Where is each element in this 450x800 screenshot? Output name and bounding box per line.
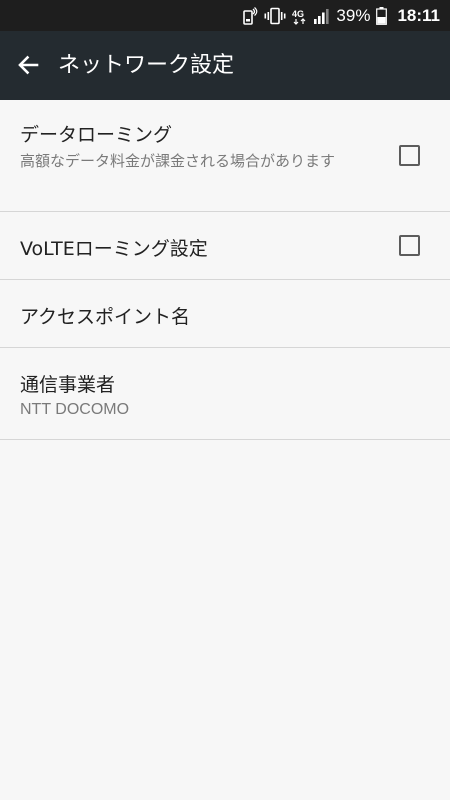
setting-title: 通信事業者: [20, 374, 116, 396]
setting-volte-roaming[interactable]: VoLTEローミング設定: [0, 212, 450, 280]
status-bar: 4G 39% 18:11: [0, 0, 450, 31]
nfc-icon: [243, 6, 258, 25]
battery-icon: [376, 6, 388, 25]
data-roaming-checkbox[interactable]: [399, 145, 420, 166]
vibrate-icon: [264, 7, 286, 24]
arrow-back-icon: [18, 55, 39, 75]
settings-list: データローミング 高額なデータ料金が課金される場合があります VoLTEローミン…: [0, 100, 450, 440]
setting-data-roaming[interactable]: データローミング 高額なデータ料金が課金される場合があります: [0, 100, 450, 212]
back-button[interactable]: [10, 47, 46, 83]
setting-title: VoLTEローミング設定: [20, 238, 208, 260]
setting-carrier[interactable]: 通信事業者 NTT DOCOMO: [0, 348, 450, 440]
battery-percent: 39%: [336, 5, 371, 25]
clock: 18:11: [397, 5, 440, 25]
volte-roaming-checkbox[interactable]: [399, 235, 420, 256]
setting-title: アクセスポイント名: [20, 306, 191, 328]
page-title: ネットワーク設定: [58, 53, 235, 78]
setting-access-point-names[interactable]: アクセスポイント名: [0, 280, 450, 348]
status-icons: 4G 39% 18:11: [236, 0, 440, 31]
signal-icon: [314, 8, 330, 24]
app-bar: ネットワーク設定: [0, 31, 450, 100]
setting-subtitle: NTT DOCOMO: [20, 401, 130, 418]
setting-subtitle: 高額なデータ料金が課金される場合があります: [20, 152, 336, 170]
network-4g-icon: 4G: [292, 9, 306, 25]
setting-title: データローミング: [20, 124, 173, 146]
svg-text:4G: 4G: [292, 9, 304, 19]
